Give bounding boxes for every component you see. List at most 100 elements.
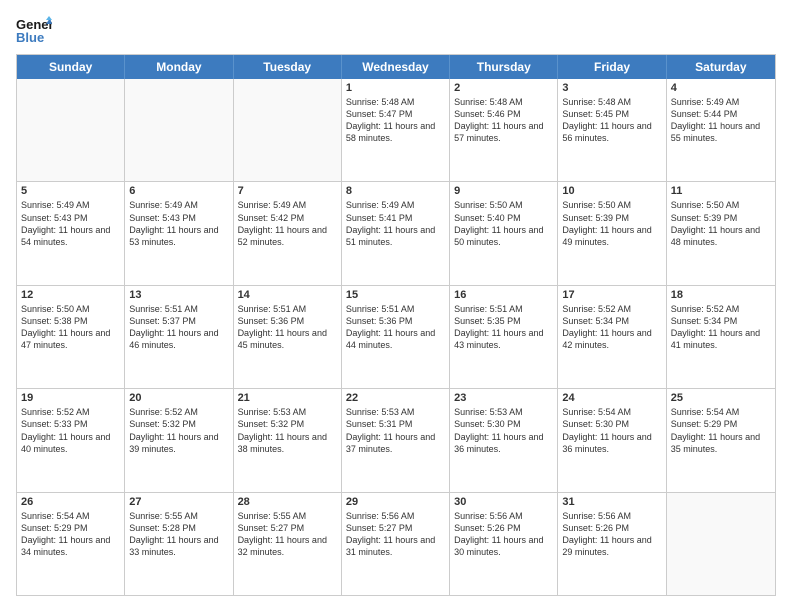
logo-icon: General Blue [16, 16, 52, 44]
day-number: 27 [129, 496, 228, 508]
calendar-row-3: 12 Sunrise: 5:50 AM Sunset: 5:38 PM Dayli… [17, 285, 775, 388]
day-cell-25: 25 Sunrise: 5:54 AM Sunset: 5:29 PM Dayli… [667, 389, 775, 491]
header-day-monday: Monday [125, 55, 233, 79]
day-number: 21 [238, 392, 337, 404]
day-cell-4: 4 Sunrise: 5:49 AM Sunset: 5:44 PM Daylig… [667, 79, 775, 181]
day-number: 13 [129, 289, 228, 301]
calendar-row-5: 26Sunrise: 5:54 AM Sunset: 5:29 PM Dayli… [17, 492, 775, 595]
day-cell-3: 3Sunrise: 5:48 AM Sunset: 5:45 PM Daylig… [558, 79, 666, 181]
day-cell-9: 9 Sunrise: 5:50 AM Sunset: 5:40 PM Daylig… [450, 182, 558, 284]
day-info: Sunrise: 5:51 AM Sunset: 5:36 PM Dayligh… [238, 303, 337, 352]
day-info: Sunrise: 5:49 AM Sunset: 5:44 PM Dayligh… [671, 96, 771, 145]
header-day-wednesday: Wednesday [342, 55, 450, 79]
day-info: Sunrise: 5:50 AM Sunset: 5:40 PM Dayligh… [454, 199, 553, 248]
day-cell-11: 11 Sunrise: 5:50 AM Sunset: 5:39 PM Dayli… [667, 182, 775, 284]
day-cell-15: 15 Sunrise: 5:51 AM Sunset: 5:36 PM Dayli… [342, 286, 450, 388]
day-cell-30: 30 Sunrise: 5:56 AM Sunset: 5:26 PM Dayli… [450, 493, 558, 595]
header-day-thursday: Thursday [450, 55, 558, 79]
day-cell-27: 27 Sunrise: 5:55 AM Sunset: 5:28 PM Dayli… [125, 493, 233, 595]
day-cell-22: 22 Sunrise: 5:53 AM Sunset: 5:31 PM Dayli… [342, 389, 450, 491]
day-number: 28 [238, 496, 337, 508]
day-cell-1: 1 Sunrise: 5:48 AM Sunset: 5:47 PM Daylig… [342, 79, 450, 181]
day-cell-14: 14 Sunrise: 5:51 AM Sunset: 5:36 PM Dayli… [234, 286, 342, 388]
day-info: Sunrise: 5:56 AM Sunset: 5:26 PM Dayligh… [454, 510, 553, 559]
day-number: 23 [454, 392, 553, 404]
day-info: Sunrise: 5:55 AM Sunset: 5:28 PM Dayligh… [129, 510, 228, 559]
day-number: 26 [21, 496, 120, 508]
day-cell-8: 8Sunrise: 5:49 AM Sunset: 5:41 PM Daylig… [342, 182, 450, 284]
day-number: 25 [671, 392, 771, 404]
day-number: 2 [454, 82, 553, 94]
day-info: Sunrise: 5:52 AM Sunset: 5:34 PM Dayligh… [562, 303, 661, 352]
header: General Blue [16, 16, 776, 44]
day-info: Sunrise: 5:48 AM Sunset: 5:47 PM Dayligh… [346, 96, 445, 145]
day-cell-12: 12 Sunrise: 5:50 AM Sunset: 5:38 PM Dayli… [17, 286, 125, 388]
calendar: SundayMondayTuesdayWednesdayThursdayFrid… [16, 54, 776, 596]
day-number: 14 [238, 289, 337, 301]
day-number: 15 [346, 289, 445, 301]
day-info: Sunrise: 5:55 AM Sunset: 5:27 PM Dayligh… [238, 510, 337, 559]
logo: General Blue [16, 16, 52, 44]
day-number: 5 [21, 185, 120, 197]
day-cell-24: 24 Sunrise: 5:54 AM Sunset: 5:30 PM Dayli… [558, 389, 666, 491]
day-number: 16 [454, 289, 553, 301]
day-info: Sunrise: 5:48 AM Sunset: 5:46 PM Dayligh… [454, 96, 553, 145]
day-info: Sunrise: 5:53 AM Sunset: 5:31 PM Dayligh… [346, 406, 445, 455]
header-day-friday: Friday [558, 55, 666, 79]
day-info: Sunrise: 5:54 AM Sunset: 5:30 PM Dayligh… [562, 406, 661, 455]
day-info: Sunrise: 5:54 AM Sunset: 5:29 PM Dayligh… [671, 406, 771, 455]
day-number: 6 [129, 185, 228, 197]
day-cell-26: 26Sunrise: 5:54 AM Sunset: 5:29 PM Dayli… [17, 493, 125, 595]
day-info: Sunrise: 5:53 AM Sunset: 5:32 PM Dayligh… [238, 406, 337, 455]
day-info: Sunrise: 5:49 AM Sunset: 5:42 PM Dayligh… [238, 199, 337, 248]
day-cell-empty [17, 79, 125, 181]
day-info: Sunrise: 5:52 AM Sunset: 5:34 PM Dayligh… [671, 303, 771, 352]
day-number: 9 [454, 185, 553, 197]
day-cell-18: 18 Sunrise: 5:52 AM Sunset: 5:34 PM Dayli… [667, 286, 775, 388]
day-info: Sunrise: 5:51 AM Sunset: 5:35 PM Dayligh… [454, 303, 553, 352]
day-cell-29: 29Sunrise: 5:56 AM Sunset: 5:27 PM Dayli… [342, 493, 450, 595]
day-number: 24 [562, 392, 661, 404]
day-cell-2: 2 Sunrise: 5:48 AM Sunset: 5:46 PM Daylig… [450, 79, 558, 181]
day-cell-19: 19Sunrise: 5:52 AM Sunset: 5:33 PM Dayli… [17, 389, 125, 491]
day-info: Sunrise: 5:50 AM Sunset: 5:39 PM Dayligh… [562, 199, 661, 248]
day-number: 1 [346, 82, 445, 94]
day-cell-20: 20Sunrise: 5:52 AM Sunset: 5:32 PM Dayli… [125, 389, 233, 491]
day-cell-10: 10 Sunrise: 5:50 AM Sunset: 5:39 PM Dayli… [558, 182, 666, 284]
day-info: Sunrise: 5:51 AM Sunset: 5:36 PM Dayligh… [346, 303, 445, 352]
day-number: 4 [671, 82, 771, 94]
day-number: 20 [129, 392, 228, 404]
day-number: 11 [671, 185, 771, 197]
day-cell-5: 5 Sunrise: 5:49 AM Sunset: 5:43 PM Daylig… [17, 182, 125, 284]
day-info: Sunrise: 5:50 AM Sunset: 5:39 PM Dayligh… [671, 199, 771, 248]
day-cell-21: 21 Sunrise: 5:53 AM Sunset: 5:32 PM Dayli… [234, 389, 342, 491]
day-cell-7: 7Sunrise: 5:49 AM Sunset: 5:42 PM Daylig… [234, 182, 342, 284]
calendar-body: 1 Sunrise: 5:48 AM Sunset: 5:47 PM Daylig… [17, 79, 775, 595]
day-number: 10 [562, 185, 661, 197]
day-number: 30 [454, 496, 553, 508]
day-info: Sunrise: 5:51 AM Sunset: 5:37 PM Dayligh… [129, 303, 228, 352]
svg-text:Blue: Blue [16, 30, 44, 44]
day-number: 3 [562, 82, 661, 94]
day-info: Sunrise: 5:49 AM Sunset: 5:43 PM Dayligh… [21, 199, 120, 248]
calendar-row-1: 1 Sunrise: 5:48 AM Sunset: 5:47 PM Daylig… [17, 79, 775, 181]
day-cell-16: 16 Sunrise: 5:51 AM Sunset: 5:35 PM Dayli… [450, 286, 558, 388]
day-number: 12 [21, 289, 120, 301]
day-info: Sunrise: 5:49 AM Sunset: 5:41 PM Dayligh… [346, 199, 445, 248]
header-day-saturday: Saturday [667, 55, 775, 79]
day-cell-13: 13 Sunrise: 5:51 AM Sunset: 5:37 PM Dayli… [125, 286, 233, 388]
day-info: Sunrise: 5:56 AM Sunset: 5:26 PM Dayligh… [562, 510, 661, 559]
calendar-row-4: 19Sunrise: 5:52 AM Sunset: 5:33 PM Dayli… [17, 388, 775, 491]
day-number: 22 [346, 392, 445, 404]
day-info: Sunrise: 5:53 AM Sunset: 5:30 PM Dayligh… [454, 406, 553, 455]
day-cell-6: 6Sunrise: 5:49 AM Sunset: 5:43 PM Daylig… [125, 182, 233, 284]
day-cell-28: 28 Sunrise: 5:55 AM Sunset: 5:27 PM Dayli… [234, 493, 342, 595]
day-cell-17: 17Sunrise: 5:52 AM Sunset: 5:34 PM Dayli… [558, 286, 666, 388]
day-info: Sunrise: 5:50 AM Sunset: 5:38 PM Dayligh… [21, 303, 120, 352]
header-day-tuesday: Tuesday [234, 55, 342, 79]
day-info: Sunrise: 5:52 AM Sunset: 5:33 PM Dayligh… [21, 406, 120, 455]
day-info: Sunrise: 5:56 AM Sunset: 5:27 PM Dayligh… [346, 510, 445, 559]
day-cell-empty [125, 79, 233, 181]
day-number: 31 [562, 496, 661, 508]
day-number: 18 [671, 289, 771, 301]
